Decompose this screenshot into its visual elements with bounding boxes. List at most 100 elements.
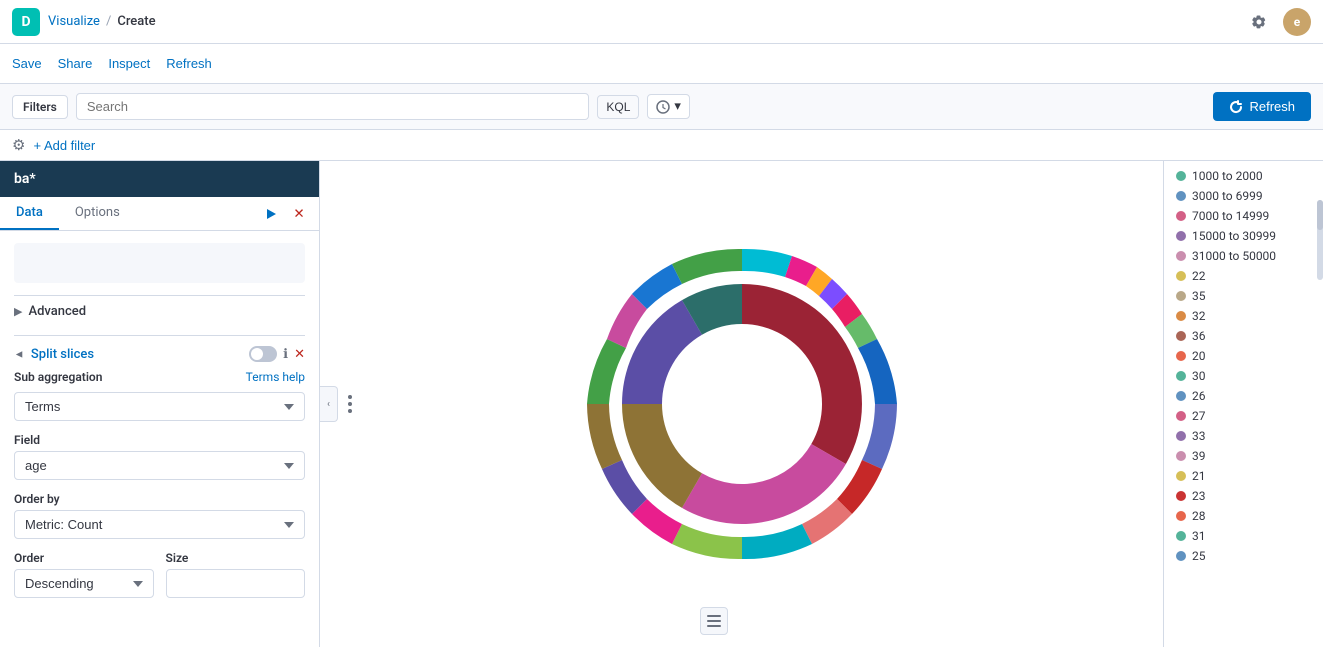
split-slices-toggle[interactable] [249,346,277,362]
segment-outer-blue-right[interactable] [858,339,897,404]
scrollbar-thumb[interactable] [1317,200,1323,230]
order-by-group: Order by Metric: Count [14,492,305,539]
legend-item[interactable]: 15000 to 30999 [1176,229,1311,243]
legend-items: 1000 to 2000 3000 to 6999 7000 to 14999 … [1176,169,1311,563]
size-input[interactable]: 5 [166,569,306,598]
legend-color-dot [1176,471,1186,481]
order-select[interactable]: Descending [14,569,154,598]
order-group: Order Descending [14,551,154,598]
top-nav: D Visualize / Create e [0,0,1323,44]
segment-outer-olive-left[interactable] [587,404,622,469]
sidebar-tabs: Data Options ✕ [0,197,319,231]
legend-label: 21 [1192,469,1206,483]
advanced-toggle[interactable]: ▶ Advanced [14,304,305,319]
legend-color-dot [1176,411,1186,421]
legend-item[interactable]: 3000 to 6999 [1176,189,1311,203]
legend-color-dot [1176,191,1186,201]
breadcrumb-separator: / [106,14,111,29]
legend-item[interactable]: 32 [1176,309,1311,323]
tab-data[interactable]: Data [0,197,59,230]
order-label: Order [14,551,154,565]
split-slices-section: ▼ Split slices ℹ ✕ Sub aggregation Terms… [14,335,305,610]
search-input[interactable] [76,93,590,120]
info-icon[interactable]: ℹ [283,347,288,362]
sidebar-content: ▶ Advanced ▼ Split slices ℹ ✕ [0,231,319,647]
legend-item[interactable]: 27 [1176,409,1311,423]
segment-outer-lime[interactable] [672,524,742,559]
legend-item[interactable]: 30 [1176,369,1311,383]
legend-item[interactable]: 35 [1176,289,1311,303]
legend-color-dot [1176,391,1186,401]
legend-label: 36 [1192,329,1206,343]
legend-item[interactable]: 33 [1176,429,1311,443]
user-avatar[interactable]: e [1283,8,1311,36]
gear-icon [1251,14,1267,30]
order-by-select[interactable]: Metric: Count [14,510,305,539]
legend-label: 15000 to 30999 [1192,229,1276,243]
settings-gear-icon[interactable]: ⚙ [12,136,25,154]
legend-color-dot [1176,311,1186,321]
kql-toggle[interactable]: KQL [597,95,639,119]
more-options-button[interactable] [348,395,352,413]
legend-item[interactable]: 1000 to 2000 [1176,169,1311,183]
terms-help-link[interactable]: Terms help [246,370,305,384]
collapse-sidebar-button[interactable]: ‹ [320,386,338,422]
legend-color-dot [1176,491,1186,501]
run-button[interactable] [259,202,283,226]
legend-label: 39 [1192,449,1206,463]
legend-item[interactable]: 36 [1176,329,1311,343]
split-slices-chevron: ▼ [13,349,26,360]
share-button[interactable]: Share [58,52,93,75]
segment-outer-teal[interactable] [742,249,792,277]
legend-item[interactable]: 31 [1176,529,1311,543]
legend-item[interactable]: 39 [1176,449,1311,463]
legend-item[interactable]: 23 [1176,489,1311,503]
legend-color-dot [1176,451,1186,461]
legend-label: 1000 to 2000 [1192,169,1263,183]
segment-outer-cyan-bottom[interactable] [742,524,812,559]
legend-label: 30 [1192,369,1206,383]
save-button[interactable]: Save [12,52,42,75]
segment-outer-indigo[interactable] [862,404,897,469]
segment-outer-green-left[interactable] [587,339,626,404]
split-slices-actions: ℹ ✕ [249,346,305,362]
legend-label: 28 [1192,509,1206,523]
legend-label: 20 [1192,349,1206,363]
legend-label: 32 [1192,309,1206,323]
time-picker[interactable]: ▾ [647,94,690,119]
size-label: Size [166,551,306,565]
sub-agg-select[interactable]: Terms [14,392,305,421]
delete-icon[interactable]: ✕ [294,347,305,362]
legend-item[interactable]: 7000 to 14999 [1176,209,1311,223]
legend-label: 25 [1192,549,1206,563]
legend-color-dot [1176,271,1186,281]
legend-label: 7000 to 14999 [1192,209,1269,223]
legend-color-dot [1176,511,1186,521]
add-filter-button[interactable]: + Add filter [33,138,95,153]
sub-agg-label: Sub aggregation [14,370,102,384]
action-bar: Save Share Inspect Refresh [0,44,1323,84]
legend-item[interactable]: 25 [1176,549,1311,563]
legend-toggle-button[interactable] [700,607,728,635]
legend-item[interactable]: 22 [1176,269,1311,283]
time-value-input[interactable]: Off [698,95,1206,118]
legend-item[interactable]: 31000 to 50000 [1176,249,1311,263]
field-group: Field age [14,433,305,480]
sub-aggregation-row: Sub aggregation Terms help [14,370,305,388]
legend-item[interactable]: 20 [1176,349,1311,363]
legend-item[interactable]: 28 [1176,509,1311,523]
breadcrumb-visualize[interactable]: Visualize [48,14,100,29]
tab-options[interactable]: Options [59,197,136,230]
split-slices-title[interactable]: Split slices [31,347,94,362]
inspect-button[interactable]: Inspect [108,52,150,75]
segment-outer-green-top[interactable] [672,249,742,284]
settings-icon-button[interactable] [1243,6,1275,38]
close-sidebar-button[interactable]: ✕ [287,202,311,226]
field-select[interactable]: age [14,451,305,480]
refresh-button[interactable]: Refresh [1213,92,1311,121]
legend-item[interactable]: 21 [1176,469,1311,483]
refresh-action-button[interactable]: Refresh [166,52,212,75]
split-slices-header: ▼ Split slices ℹ ✕ [14,335,305,370]
legend-label: 33 [1192,429,1206,443]
legend-item[interactable]: 26 [1176,389,1311,403]
